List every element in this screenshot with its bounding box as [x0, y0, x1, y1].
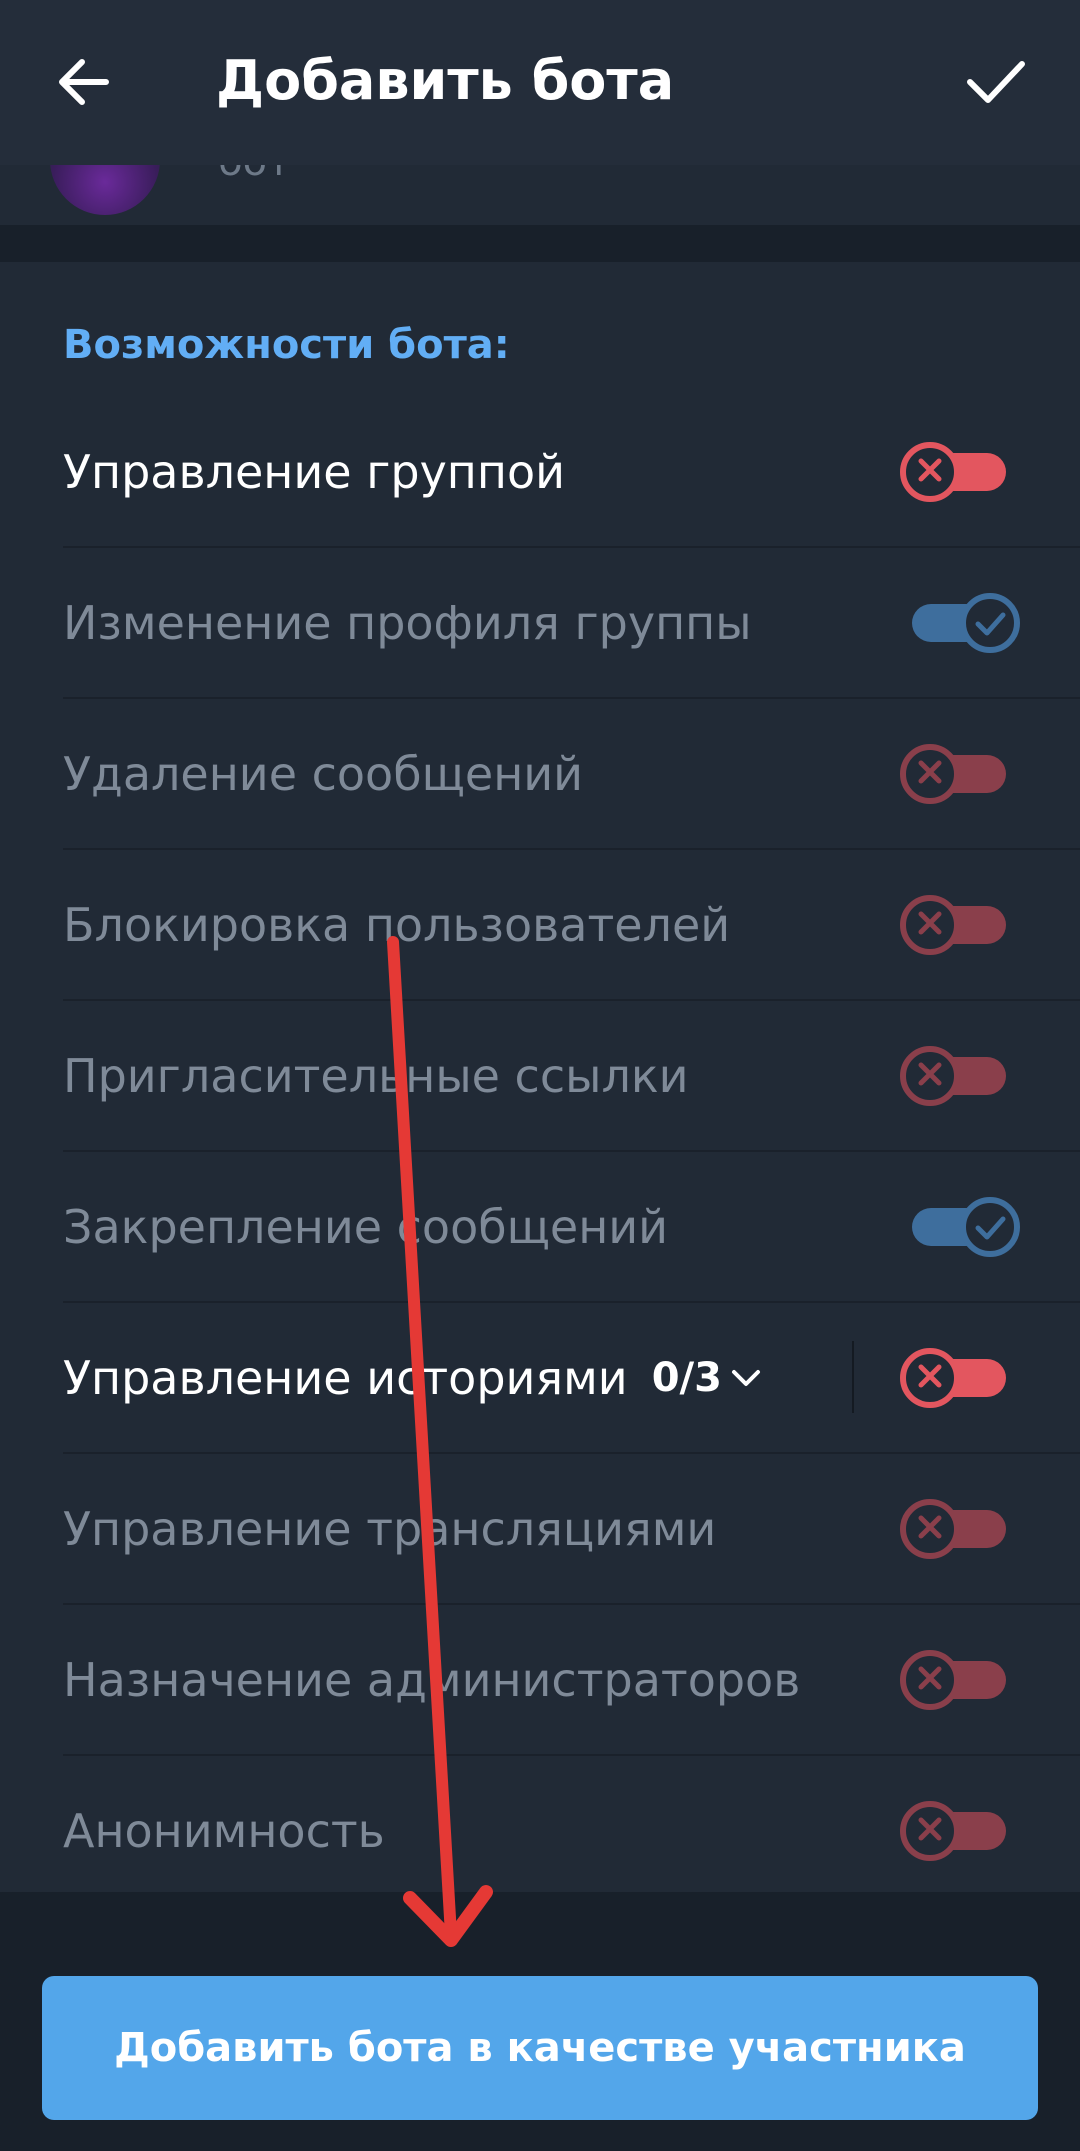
permission-label-text: Удаление сообщений	[63, 747, 584, 801]
permission-label-text: Управление группой	[63, 445, 565, 499]
permission-toggle[interactable]	[900, 1496, 1020, 1562]
permission-label: Удаление сообщений	[63, 699, 583, 850]
permission-row[interactable]: Назначение администраторов	[0, 1605, 1080, 1756]
permission-toggle[interactable]	[900, 439, 1020, 505]
check-icon	[975, 1216, 1006, 1240]
permission-label-text: Закрепление сообщений	[63, 1200, 669, 1254]
stories-counter[interactable]: 0/3	[652, 1303, 722, 1454]
permission-row[interactable]: Управление группой	[0, 397, 1080, 548]
permission-toggle[interactable]	[900, 1194, 1020, 1260]
permission-label: Закрепление сообщений	[63, 1152, 668, 1303]
permission-toggle[interactable]	[900, 1345, 1020, 1411]
permission-label-text: Пригласительные ссылки	[63, 1049, 689, 1103]
bot-profile-row: бот	[0, 165, 1080, 225]
permission-label: Пригласительные ссылки	[63, 1001, 689, 1152]
permission-label: Управление историями 0/3	[63, 1303, 764, 1454]
permissions-list: Управление группой Изменение профиля груп…	[0, 397, 1080, 1907]
add-bot-screen: Добавить бота бот Возможности бота: Упра…	[0, 0, 1080, 2151]
page-title: Добавить бота	[216, 49, 675, 112]
permission-toggle[interactable]	[900, 1043, 1020, 1109]
permission-row[interactable]: Управление трансляциями	[0, 1454, 1080, 1605]
back-button[interactable]	[46, 40, 126, 120]
checkmark-icon	[967, 61, 1025, 103]
permission-toggle[interactable]	[900, 892, 1020, 958]
permission-row[interactable]: Изменение профиля группы	[0, 548, 1080, 699]
bot-subtitle: бот	[218, 165, 290, 185]
permission-label-text: Управление историями	[63, 1351, 628, 1405]
permission-label: Блокировка пользователей	[63, 850, 730, 1001]
close-icon	[918, 911, 942, 935]
permission-toggle[interactable]	[900, 590, 1020, 656]
close-icon	[918, 1515, 942, 1539]
bottom-bar: Добавить бота в качестве участника	[0, 1892, 1080, 2151]
permission-label: Анонимность	[63, 1756, 385, 1907]
permission-row[interactable]: Блокировка пользователей	[0, 850, 1080, 1001]
bot-permissions-section: Возможности бота: Управление группой Изме…	[0, 262, 1080, 1892]
permission-label: Изменение профиля группы	[63, 548, 752, 699]
permission-toggle[interactable]	[900, 741, 1020, 807]
close-icon	[918, 458, 942, 482]
close-icon	[918, 760, 942, 784]
bot-avatar	[50, 165, 160, 215]
close-icon	[918, 1364, 942, 1388]
permission-label: Управление группой	[63, 397, 565, 548]
permission-label: Управление трансляциями	[63, 1454, 716, 1605]
close-icon	[918, 1666, 942, 1690]
add-as-member-button[interactable]: Добавить бота в качестве участника	[42, 1976, 1038, 2120]
check-icon	[975, 612, 1006, 636]
permission-row[interactable]: Удаление сообщений	[0, 699, 1080, 850]
permission-label-text: Назначение администраторов	[63, 1653, 801, 1707]
close-icon	[918, 1062, 942, 1086]
section-title: Возможности бота:	[63, 322, 510, 368]
done-button[interactable]	[956, 40, 1036, 120]
vertical-separator	[852, 1341, 854, 1413]
permission-row[interactable]: Управление историями 0/3	[0, 1303, 1080, 1454]
permission-row[interactable]: Пригласительные ссылки	[0, 1001, 1080, 1152]
permission-label-text: Анонимность	[63, 1804, 385, 1858]
section-gap	[0, 225, 1080, 262]
permission-label: Назначение администраторов	[63, 1605, 800, 1756]
permission-label-text: Изменение профиля группы	[63, 596, 752, 650]
permission-row[interactable]: Закрепление сообщений	[0, 1152, 1080, 1303]
permission-toggle[interactable]	[900, 1647, 1020, 1713]
permission-row[interactable]: Анонимность	[0, 1756, 1080, 1907]
permission-toggle[interactable]	[900, 1798, 1020, 1864]
chevron-down-icon[interactable]	[728, 1360, 764, 1396]
permission-label-text: Блокировка пользователей	[63, 898, 731, 952]
close-icon	[918, 1817, 942, 1841]
top-app-bar: Добавить бота	[0, 0, 1080, 165]
permission-label-text: Управление трансляциями	[63, 1502, 717, 1556]
arrow-left-icon	[59, 59, 109, 105]
